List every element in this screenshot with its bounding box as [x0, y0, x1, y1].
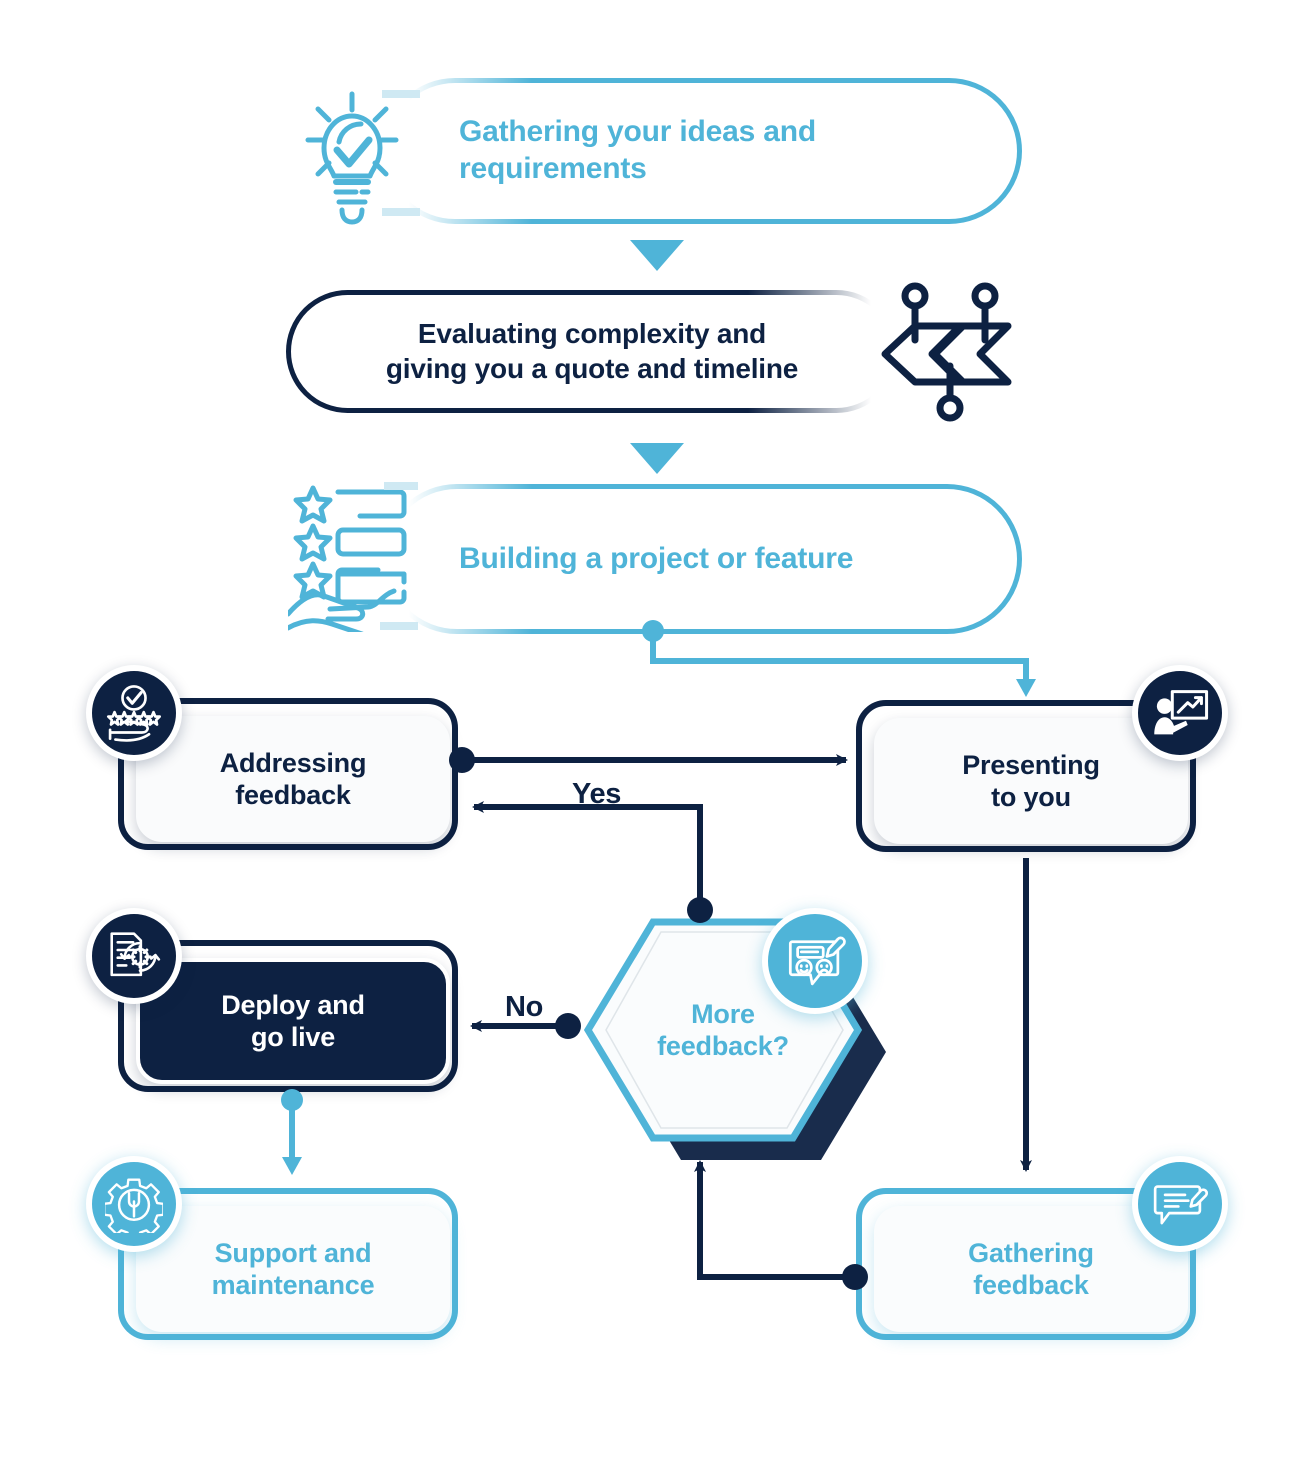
- node-gathering-feedback-label: Gathering feedback: [968, 1237, 1094, 1300]
- flowchart-canvas: Gathering your ideas and requirements Ev…: [0, 0, 1307, 1461]
- deploy-gear-cycle-icon: [86, 908, 182, 1004]
- arrow-ideas-to-evaluating: [630, 240, 684, 271]
- edge-label-yes: Yes: [572, 778, 622, 810]
- junction-dot-deploy-out: [281, 1089, 303, 1111]
- presentation-chart-person-icon: [1132, 665, 1228, 761]
- node-support-maintenance-label: Support and maintenance: [211, 1237, 375, 1300]
- arrow-evaluating-to-building: [630, 443, 684, 474]
- edge-label-no: No: [505, 991, 544, 1023]
- gear-wrench-icon: [86, 1156, 182, 1252]
- node-addressing-feedback-label: Addressing feedback: [219, 747, 367, 810]
- card-inner-panel: Addressing feedback: [136, 716, 450, 842]
- comment-edit-icon: [1132, 1156, 1228, 1252]
- stars-checklist-hand-icon: [285, 482, 418, 637]
- node-evaluating-complexity-label: Evaluating complexity and giving you a q…: [385, 318, 799, 384]
- node-building-project-label: Building a project or feature: [459, 541, 854, 575]
- node-deploy-go-live-label: Deploy and go live: [221, 989, 365, 1052]
- node-gathering-ideas-label: Gathering your ideas and requirements: [459, 115, 816, 185]
- stars-hand-approval-icon: [86, 665, 182, 761]
- feedback-survey-icon: [762, 908, 868, 1014]
- node-presenting-to-you-label: Presenting to you: [962, 749, 1100, 812]
- node-building-project[interactable]: Building a project or feature: [382, 481, 1022, 637]
- node-gathering-ideas[interactable]: Gathering your ideas and requirements: [382, 75, 1022, 227]
- card-inner-panel-3: Deploy and go live: [136, 958, 450, 1084]
- card-inner-panel-4: Support and maintenance: [136, 1206, 450, 1332]
- edge-building-to-presenting: [650, 640, 1036, 697]
- lightbulb-check-icon: [282, 78, 422, 228]
- edge-gathering-to-hex: [694, 1160, 855, 1280]
- node-evaluating-complexity[interactable]: Evaluating complexity and giving you a q…: [286, 287, 898, 416]
- complexity-arrows-icon: [875, 282, 1025, 422]
